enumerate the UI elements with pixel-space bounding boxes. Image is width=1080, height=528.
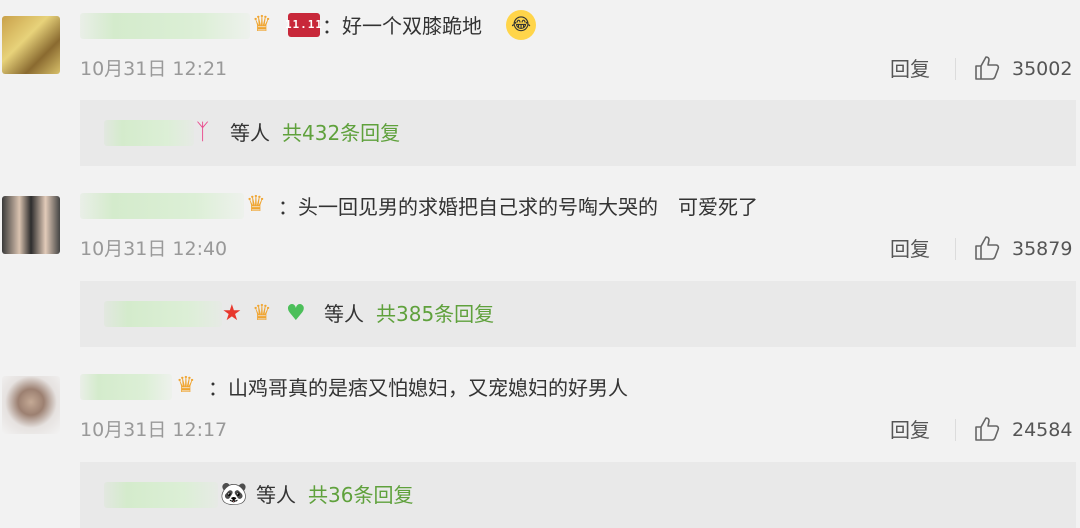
- like-count: 24584: [1012, 419, 1073, 441]
- comment-time: 10月31日 12:40: [80, 238, 228, 260]
- thumbs-up-icon[interactable]: [974, 416, 1002, 442]
- comment-item-3: ♛ ：山鸡哥真的是痞又怕媳妇，又宠媳妇的好男人 10月31日 12:17 回复 …: [0, 360, 1080, 528]
- user-avatar[interactable]: [2, 196, 60, 254]
- reply-username-blurred: [104, 482, 218, 508]
- reply-summary[interactable]: ★ ♛ ♥ 等人 共385条回复: [80, 281, 1076, 347]
- reply-button[interactable]: 回复: [890, 57, 930, 81]
- user-avatar[interactable]: [2, 16, 60, 74]
- reply-deng-label: 等人: [324, 302, 364, 326]
- username-blurred[interactable]: [80, 374, 172, 400]
- butterfly-icon: ᛉ: [196, 120, 210, 145]
- reply-deng-label: 等人: [230, 121, 270, 145]
- reply-count-link[interactable]: 共36条回复: [308, 482, 413, 508]
- star-icon: ★: [222, 301, 242, 326]
- thumbs-up-icon[interactable]: [974, 55, 1002, 81]
- thumbs-up-icon[interactable]: [974, 235, 1002, 261]
- divider: [955, 238, 956, 260]
- comment-text: ：山鸡哥真的是痞又怕媳妇，又宠媳妇的好男人: [208, 376, 628, 400]
- reply-button[interactable]: 回复: [890, 237, 930, 261]
- comment-text: ：好一个双膝跪地: [322, 14, 482, 38]
- like-count: 35002: [1012, 58, 1073, 80]
- crown-icon: ♛: [252, 12, 272, 37]
- comment-time: 10月31日 12:17: [80, 419, 228, 441]
- comment-time: 10月31日 12:21: [80, 58, 228, 80]
- reply-count-link[interactable]: 共385条回复: [376, 301, 494, 327]
- reply-button[interactable]: 回复: [890, 418, 930, 442]
- reply-summary[interactable]: ᛉ 等人 共432条回复: [80, 100, 1076, 166]
- comment-item-1: ♛ 11.11 ：好一个双膝跪地 😂 10月31日 12:21 回复 35002…: [0, 0, 1080, 180]
- comment-item-2: ♛ ：头一回见男的求婚把自己求的号啕大哭的 可爱死了 10月31日 12:40 …: [0, 180, 1080, 360]
- crown-icon: ♛: [176, 373, 196, 398]
- username-blurred[interactable]: [80, 193, 244, 219]
- panda-icon: 🐼: [220, 482, 248, 507]
- divider: [955, 419, 956, 441]
- reply-username-blurred: [104, 301, 222, 327]
- user-avatar[interactable]: [2, 376, 60, 434]
- crown-icon: ♛: [246, 192, 266, 217]
- comment-text: ：头一回见男的求婚把自己求的号啕大哭的 可爱死了: [278, 195, 758, 219]
- divider: [955, 58, 956, 80]
- laugh-cry-emoji: 😂: [506, 10, 536, 40]
- vip-badge: 11.11: [285, 13, 322, 37]
- reply-summary[interactable]: 🐼 等人 共36条回复: [80, 462, 1076, 528]
- heart-badge-icon: ♥: [286, 301, 306, 326]
- reply-deng-label: 等人: [256, 483, 296, 507]
- like-count: 35879: [1012, 238, 1073, 260]
- username-blurred[interactable]: [80, 13, 250, 39]
- reply-username-blurred: [104, 120, 194, 146]
- reply-count-link[interactable]: 共432条回复: [282, 120, 400, 146]
- crown-icon: ♛: [252, 301, 272, 326]
